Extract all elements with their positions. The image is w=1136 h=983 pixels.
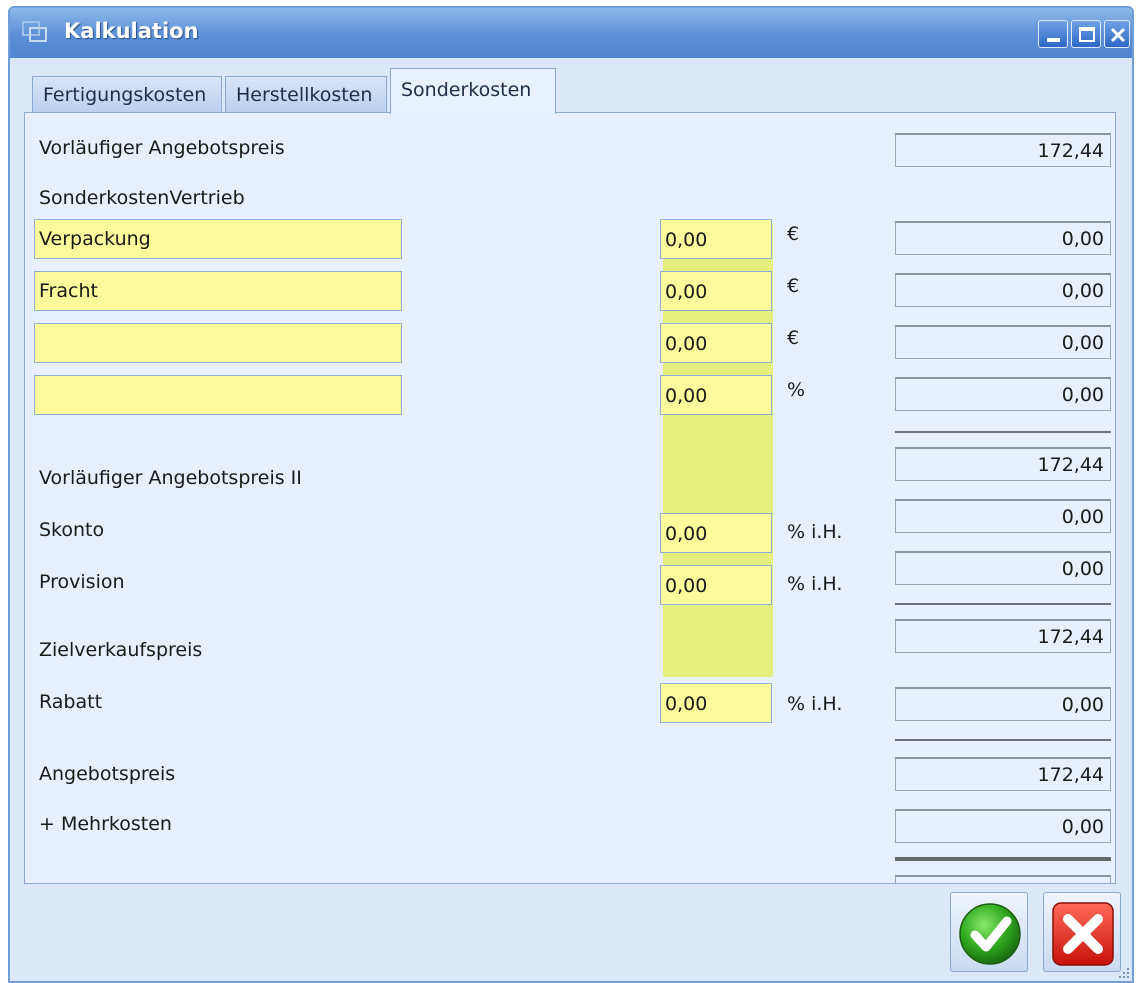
total-separator bbox=[895, 857, 1111, 861]
sonderkosten-name-field[interactable] bbox=[34, 375, 402, 415]
maximize-button[interactable] bbox=[1071, 20, 1101, 48]
sonderkosten-amount-field[interactable]: 0,00 bbox=[660, 271, 772, 311]
app-icon bbox=[22, 21, 47, 42]
close-icon bbox=[1110, 27, 1126, 43]
angebotspreis-label: Angebotspreis bbox=[39, 763, 176, 785]
tab-herstellkosten[interactable]: Herstellkosten bbox=[225, 76, 387, 114]
sonderkosten-name-field[interactable] bbox=[34, 323, 402, 363]
endpreis-value bbox=[895, 875, 1111, 883]
sonderkosten-result: 0,00 bbox=[895, 221, 1111, 255]
ok-button[interactable] bbox=[950, 892, 1028, 972]
vorl-angebotspreis-2-value: 172,44 bbox=[895, 447, 1111, 481]
sonderkosten-name-field[interactable]: Fracht bbox=[34, 271, 402, 311]
sonderkosten-panel: Vorläufiger Angebotspreis 172,44 Sonderk… bbox=[24, 112, 1116, 884]
skonto-label: Skonto bbox=[39, 519, 105, 541]
unit-label: % bbox=[787, 379, 806, 401]
angebotspreis-value: 172,44 bbox=[895, 757, 1111, 791]
provision-label: Provision bbox=[39, 571, 125, 593]
zielverkaufspreis-label: Zielverkaufspreis bbox=[39, 639, 203, 661]
tab-sonderkosten[interactable]: Sonderkosten bbox=[390, 68, 556, 114]
cross-icon bbox=[1052, 902, 1114, 966]
tab-fertigungskosten[interactable]: Fertigungskosten bbox=[32, 76, 222, 114]
window-title: Kalkulation bbox=[64, 19, 199, 43]
skonto-result: 0,00 bbox=[895, 499, 1111, 533]
cancel-button[interactable] bbox=[1043, 892, 1121, 972]
resize-grip-icon[interactable] bbox=[1118, 967, 1130, 979]
skonto-unit-label: % i.H. bbox=[787, 521, 843, 543]
unit-label: € bbox=[787, 275, 800, 297]
title-bar[interactable]: Kalkulation bbox=[10, 8, 1132, 58]
vorl-angebotspreis-value: 172,44 bbox=[895, 133, 1111, 167]
rabatt-unit-label: % i.H. bbox=[787, 693, 843, 715]
sonderkosten-result: 0,00 bbox=[895, 325, 1111, 359]
rabatt-field[interactable]: 0,00 bbox=[660, 683, 772, 723]
unit-label: € bbox=[787, 223, 800, 245]
mehrkosten-label: + Mehrkosten bbox=[39, 813, 172, 835]
maximize-icon bbox=[1079, 27, 1095, 42]
vorl-angebotspreis-2-label: Vorläufiger Angebotspreis II bbox=[39, 467, 302, 489]
sonderkosten-vertrieb-label: SonderkostenVertrieb bbox=[39, 187, 245, 209]
sonderkosten-result: 0,00 bbox=[895, 377, 1111, 411]
zielverkaufspreis-value: 172,44 bbox=[895, 619, 1111, 653]
rabatt-result: 0,00 bbox=[895, 687, 1111, 721]
minimize-button[interactable] bbox=[1038, 20, 1068, 48]
provision-unit-label: % i.H. bbox=[787, 573, 843, 595]
sum-separator bbox=[895, 431, 1111, 433]
unit-label: € bbox=[787, 327, 800, 349]
vorl-angebotspreis-label: Vorläufiger Angebotspreis bbox=[39, 137, 285, 159]
sonderkosten-amount-field[interactable]: 0,00 bbox=[660, 219, 772, 259]
sonderkosten-amount-field[interactable]: 0,00 bbox=[660, 375, 772, 415]
provision-field[interactable]: 0,00 bbox=[660, 565, 772, 605]
close-button[interactable] bbox=[1104, 20, 1130, 48]
minimize-icon bbox=[1047, 38, 1060, 42]
sonderkosten-result: 0,00 bbox=[895, 273, 1111, 307]
sonderkosten-amount-field[interactable]: 0,00 bbox=[660, 323, 772, 363]
sum-separator bbox=[895, 739, 1111, 741]
provision-result: 0,00 bbox=[895, 551, 1111, 585]
mehrkosten-value: 0,00 bbox=[895, 809, 1111, 843]
skonto-field[interactable]: 0,00 bbox=[660, 513, 772, 553]
rabatt-label: Rabatt bbox=[39, 691, 103, 713]
sonderkosten-name-field[interactable]: Verpackung bbox=[34, 219, 402, 259]
sum-separator bbox=[895, 603, 1111, 605]
kalkulation-window: Kalkulation Fertigungskosten Herstellkos… bbox=[8, 6, 1134, 983]
checkmark-icon bbox=[959, 903, 1021, 965]
